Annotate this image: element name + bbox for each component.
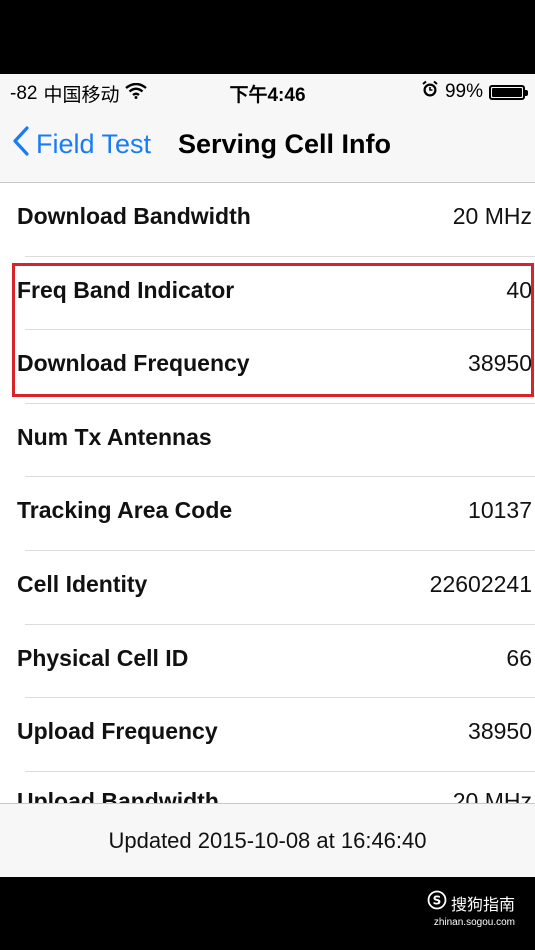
row-label: Download Frequency [17,350,250,377]
row-label: Num Tx Antennas [17,423,212,450]
back-button-label: Field Test [36,129,152,159]
status-right: 99% [421,80,528,104]
svg-text:S: S [433,894,442,908]
alarm-icon [421,80,439,104]
row-value: 20 MHz [452,787,532,803]
row-value: 22602241 [429,570,532,597]
row-label: Upload Bandwidth [17,787,219,803]
list-item-download-frequency[interactable]: Download Frequency 38950 [0,330,535,404]
row-value: 20 MHz [452,203,532,229]
updated-timestamp: Updated 2015-10-08 at 16:46:40 [108,828,427,853]
row-label: Download Bandwidth [17,203,251,229]
cell-info-list: Download Bandwidth 20 MHz Freq Band Indi… [0,183,535,803]
battery-icon [489,84,528,100]
page-title: Serving Cell Info [178,129,392,159]
list-item-freq-band-indicator[interactable]: Freq Band Indicator 40 [0,257,535,331]
row-value: 40 [506,276,532,303]
row-value: 10137 [468,497,532,524]
navigation-bar: Field Test Serving Cell Info [0,108,535,183]
list-item-num-tx-antennas[interactable]: Num Tx Antennas [0,404,535,478]
wifi-icon [125,82,148,105]
sogou-logo-icon: S [427,890,447,915]
row-value: 66 [506,644,532,671]
row-value: 38950 [468,350,532,377]
row-label: Tracking Area Code [17,497,233,524]
list-item-tracking-area-code[interactable]: Tracking Area Code 10137 [0,477,535,551]
phone-screen: -82 中国移动 下午4:46 99% Field Test Serving C… [0,74,535,877]
carrier-name: 中国移动 [43,85,120,106]
signal-strength: -82 [10,82,38,104]
row-label: Physical Cell ID [17,644,189,671]
status-bar: -82 中国移动 下午4:46 99% [0,74,535,108]
chevron-left-icon [12,126,30,163]
list-item-cell-identity[interactable]: Cell Identity 22602241 [0,551,535,625]
footer-toolbar: Updated 2015-10-08 at 16:46:40 [0,803,535,877]
back-button[interactable]: Field Test [12,126,151,163]
row-label: Freq Band Indicator [17,276,235,303]
watermark-brand-row: S 搜狗指南 [427,890,515,915]
status-left: -82 中国移动 [10,80,148,107]
list-item-upload-bandwidth[interactable]: Upload Bandwidth 20 MHz [0,772,535,803]
list-item-physical-cell-id[interactable]: Physical Cell ID 66 [0,625,535,699]
list-item-upload-frequency[interactable]: Upload Frequency 38950 [0,698,535,772]
watermark-site: zhinan.sogou.com [433,917,515,928]
watermark: S 搜狗指南 zhinan.sogou.com [427,890,515,928]
row-value: 38950 [468,718,532,745]
row-label: Upload Frequency [17,718,218,745]
battery-fill [492,87,522,97]
row-label: Cell Identity [17,570,148,597]
battery-percent: 99% [444,81,483,102]
watermark-brand: 搜狗指南 [450,896,515,914]
list-item-download-bandwidth[interactable]: Download Bandwidth 20 MHz [0,183,535,257]
